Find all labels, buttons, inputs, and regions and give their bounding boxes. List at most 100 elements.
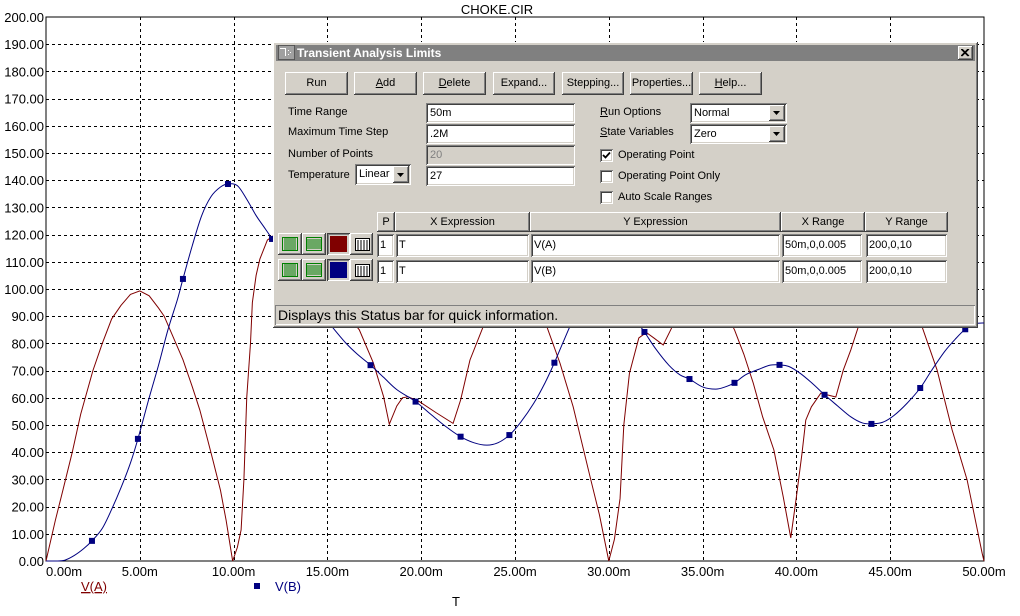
x-tick-label: 10.00m xyxy=(212,564,255,579)
stepping-button[interactable]: Stepping... xyxy=(562,72,624,95)
series-marker-vb xyxy=(412,398,419,405)
temperature-input[interactable]: 27 xyxy=(426,166,575,186)
table-view-button[interactable] xyxy=(350,233,373,255)
y-tick-label: 70.00 xyxy=(11,364,44,379)
horizontal-grid-icon xyxy=(306,263,322,277)
series-marker-vb xyxy=(457,433,464,440)
header-y-range[interactable]: Y Range xyxy=(865,212,948,232)
row1-y-range-input[interactable]: 200,0,10 xyxy=(866,234,947,257)
x-tick-label: 5.00m xyxy=(122,564,158,579)
chevron-down-icon xyxy=(397,172,404,177)
curve-color-button[interactable] xyxy=(327,233,350,255)
series-marker-vb xyxy=(821,391,828,398)
series-marker-vb xyxy=(179,275,186,282)
run-button[interactable]: Run xyxy=(285,72,348,95)
y-tick-label: 170.00 xyxy=(4,92,44,107)
series-marker-vb xyxy=(88,537,95,544)
expand-button[interactable]: Expand... xyxy=(493,72,555,95)
series-marker-vb xyxy=(506,432,513,439)
x-tick-label: 0.00m xyxy=(46,564,82,579)
x-tick-label: 40.00m xyxy=(775,564,818,579)
temperature-mode-select[interactable]: Linear xyxy=(355,164,411,185)
header-x-range[interactable]: X Range xyxy=(781,212,865,232)
operating-point-checkbox[interactable] xyxy=(600,149,613,162)
row1-x-range-input[interactable]: 50m,0,0.005 xyxy=(782,234,862,257)
header-y-expression[interactable]: Y Expression xyxy=(530,212,781,232)
temperature-mode-dropdown-button[interactable] xyxy=(393,166,409,183)
state-variables-value: Zero xyxy=(694,128,717,140)
x-tick-label: 30.00m xyxy=(587,564,630,579)
y-tick-label: 80.00 xyxy=(11,336,44,351)
time-range-label: Time Range xyxy=(288,106,348,118)
series-marker-vb xyxy=(731,379,738,386)
y-axis-tick-labels: 0.00 10.00 20.00 30.00 40.00 50.00 60.00 70.00 8… xyxy=(4,10,44,569)
x-axis-tick-labels: 0.00m 5.00m 10.00m 15.00m 20.00m 25.00m 30.00m… xyxy=(46,564,1006,579)
y-tick-label: 120.00 xyxy=(4,228,44,243)
x-tick-label: 15.00m xyxy=(306,564,349,579)
x-tick-label: 20.00m xyxy=(400,564,443,579)
time-range-input[interactable]: 50m xyxy=(426,103,575,123)
series-marker-vb xyxy=(917,385,924,392)
close-icon xyxy=(961,49,970,57)
legend-marker-vb xyxy=(254,583,260,589)
row2-x-range-input[interactable]: 50m,0,0.005 xyxy=(782,260,862,283)
horizontal-grid-icon xyxy=(306,237,322,251)
y-tick-label: 200.00 xyxy=(4,10,44,25)
state-variables-select[interactable]: Zero xyxy=(690,124,787,144)
help-button[interactable]: Help... xyxy=(699,72,762,95)
row2-p-input[interactable]: 1 xyxy=(377,260,394,283)
row1-y-expression-input[interactable]: V(A) xyxy=(531,234,780,257)
x-tick-label: 45.00m xyxy=(869,564,912,579)
row2-y-expression-input[interactable]: V(B) xyxy=(531,260,780,283)
dialog-title: Transient Analysis Limits xyxy=(297,46,442,60)
temperature-label: Temperature xyxy=(288,169,350,181)
auto-scale-ranges-checkbox[interactable] xyxy=(600,191,613,204)
properties-button[interactable]: Properties... xyxy=(630,72,693,95)
y-tick-label: 30.00 xyxy=(11,472,44,487)
close-button[interactable] xyxy=(958,46,973,60)
x-axis-label: T xyxy=(452,594,460,609)
vertical-grid-icon xyxy=(282,237,298,251)
x-grid-toggle-button[interactable] xyxy=(278,259,302,281)
row2-y-range-input[interactable]: 200,0,10 xyxy=(866,260,947,283)
dialog-title-bar[interactable]: Transient Analysis Limits xyxy=(276,45,975,61)
run-options-dropdown-button[interactable] xyxy=(769,105,785,121)
legend-entry-vb[interactable]: V(B) xyxy=(275,579,301,594)
number-of-points-input: 20 xyxy=(426,145,575,165)
legend-entry-va[interactable]: V(A) xyxy=(81,579,107,594)
status-bar: Displays this Status bar for quick infor… xyxy=(275,305,975,325)
state-variables-dropdown-button[interactable] xyxy=(769,126,785,142)
temperature-mode-value: Linear xyxy=(359,168,390,180)
series-marker-vb xyxy=(776,361,783,368)
transient-analysis-limits-dialog: Transient Analysis Limits Run Add Delete… xyxy=(273,42,978,328)
table-icon xyxy=(354,238,370,251)
chart-title: CHOKE.CIR xyxy=(461,2,533,17)
header-p[interactable]: P xyxy=(377,212,395,232)
table-view-button[interactable] xyxy=(350,259,373,281)
max-time-step-input[interactable]: .2M xyxy=(426,124,575,144)
operating-point-label[interactable]: Operating Point xyxy=(618,148,694,162)
row2-x-expression-input[interactable]: T xyxy=(396,260,529,283)
run-options-select[interactable]: Normal xyxy=(690,103,787,123)
x-tick-label: 50.00m xyxy=(962,564,1005,579)
operating-point-only-label[interactable]: Operating Point Only xyxy=(618,169,720,183)
max-time-step-label: Maximum Time Step xyxy=(288,126,389,138)
auto-scale-ranges-label[interactable]: Auto Scale Ranges xyxy=(618,190,712,204)
y-grid-toggle-button[interactable] xyxy=(302,233,326,255)
curve-color-button[interactable] xyxy=(327,259,350,281)
operating-point-only-checkbox[interactable] xyxy=(600,170,613,183)
y-tick-label: 0.00 xyxy=(19,554,44,569)
run-options-label: Run Options xyxy=(600,106,662,118)
add-button[interactable]: Add xyxy=(354,72,417,95)
series-marker-vb xyxy=(686,376,693,383)
header-x-expression[interactable]: X Expression xyxy=(395,212,530,232)
y-tick-label: 100.00 xyxy=(4,282,44,297)
y-grid-toggle-button[interactable] xyxy=(302,259,326,281)
series-marker-vb xyxy=(641,328,648,335)
delete-button[interactable]: Delete xyxy=(423,72,486,95)
row1-x-expression-input[interactable]: T xyxy=(396,234,529,257)
x-grid-toggle-button[interactable] xyxy=(278,233,302,255)
x-tick-label: 25.00m xyxy=(493,564,536,579)
row1-p-input[interactable]: 1 xyxy=(377,234,394,257)
series-marker-vb xyxy=(134,435,141,442)
